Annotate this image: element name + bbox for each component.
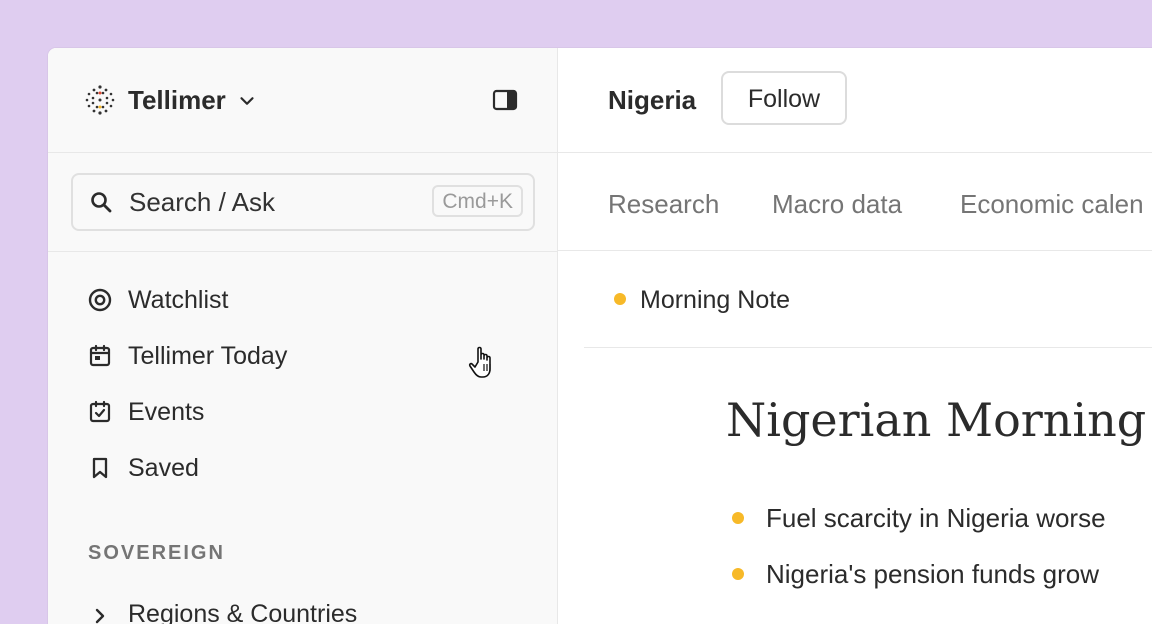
sidebar-item-events[interactable]: Events bbox=[84, 392, 504, 432]
hand-pointer-cursor-icon bbox=[468, 346, 491, 378]
sidebar-item-regions-countries[interactable]: Regions & Countries bbox=[84, 596, 504, 624]
sidebar-item-label: Tellimer Today bbox=[128, 342, 288, 370]
search-input[interactable]: Search / Ask Cmd+K bbox=[71, 173, 535, 231]
bullet-text: Fuel scarcity in Nigeria worse bbox=[766, 503, 1106, 533]
sidebar: Tellimer Search / Ask Cmd+K Watchlist Te… bbox=[48, 48, 558, 624]
tab-research[interactable]: Research bbox=[608, 189, 719, 219]
tab-bar: Research Macro data Economic calen bbox=[558, 153, 1152, 251]
article-bullet: Nigeria's pension funds grow bbox=[726, 554, 1152, 594]
page-title: Nigeria bbox=[608, 85, 697, 115]
sidebar-panel-icon[interactable] bbox=[492, 88, 518, 112]
note-type-label[interactable]: Morning Note bbox=[640, 285, 790, 315]
calendar-check-icon bbox=[89, 400, 111, 423]
sidebar-item-label: Watchlist bbox=[128, 286, 229, 314]
status-dot bbox=[614, 293, 626, 305]
bullet-dot bbox=[732, 568, 744, 580]
follow-button[interactable]: Follow bbox=[721, 71, 847, 125]
brand-row: Tellimer bbox=[48, 48, 557, 153]
page-header: Nigeria Follow bbox=[558, 48, 1152, 153]
main-content: Nigeria Follow Research Macro data Econo… bbox=[558, 48, 1152, 624]
note-row: Morning Note bbox=[584, 251, 1152, 348]
tellimer-logo-icon bbox=[85, 85, 115, 115]
bookmark-icon bbox=[92, 457, 108, 479]
section-label-sovereign: SOVEREIGN bbox=[88, 542, 225, 564]
sidebar-item-saved[interactable]: Saved bbox=[84, 448, 504, 488]
sidebar-item-label: Events bbox=[128, 398, 205, 426]
search-placeholder: Search / Ask bbox=[129, 187, 275, 217]
app-window: Tellimer Search / Ask Cmd+K Watchlist Te… bbox=[48, 48, 1152, 624]
article-bullet: Fuel scarcity in Nigeria worse bbox=[726, 498, 1152, 538]
sidebar-item-label: Saved bbox=[128, 454, 199, 482]
bullet-dot bbox=[732, 512, 744, 524]
bullet-text: Nigeria's pension funds grow bbox=[766, 559, 1100, 589]
search-row: Search / Ask Cmd+K bbox=[48, 153, 557, 252]
search-icon bbox=[91, 192, 112, 213]
chevron-right-icon[interactable] bbox=[90, 606, 110, 624]
keyboard-shortcut-badge: Cmd+K bbox=[432, 185, 523, 217]
sidebar-item-tellimer-today[interactable]: Tellimer Today bbox=[84, 336, 504, 376]
sidebar-item-watchlist[interactable]: Watchlist bbox=[84, 280, 504, 320]
target-icon bbox=[88, 288, 112, 312]
tab-economic-calendar[interactable]: Economic calen bbox=[960, 189, 1144, 219]
tab-macro-data[interactable]: Macro data bbox=[772, 189, 902, 219]
brand-name[interactable]: Tellimer bbox=[128, 84, 226, 116]
sidebar-item-label: Regions & Countries bbox=[128, 600, 358, 624]
article-title: Nigerian Morning N bbox=[726, 393, 1152, 447]
calendar-icon bbox=[89, 344, 111, 367]
chevron-down-icon[interactable] bbox=[236, 90, 258, 112]
